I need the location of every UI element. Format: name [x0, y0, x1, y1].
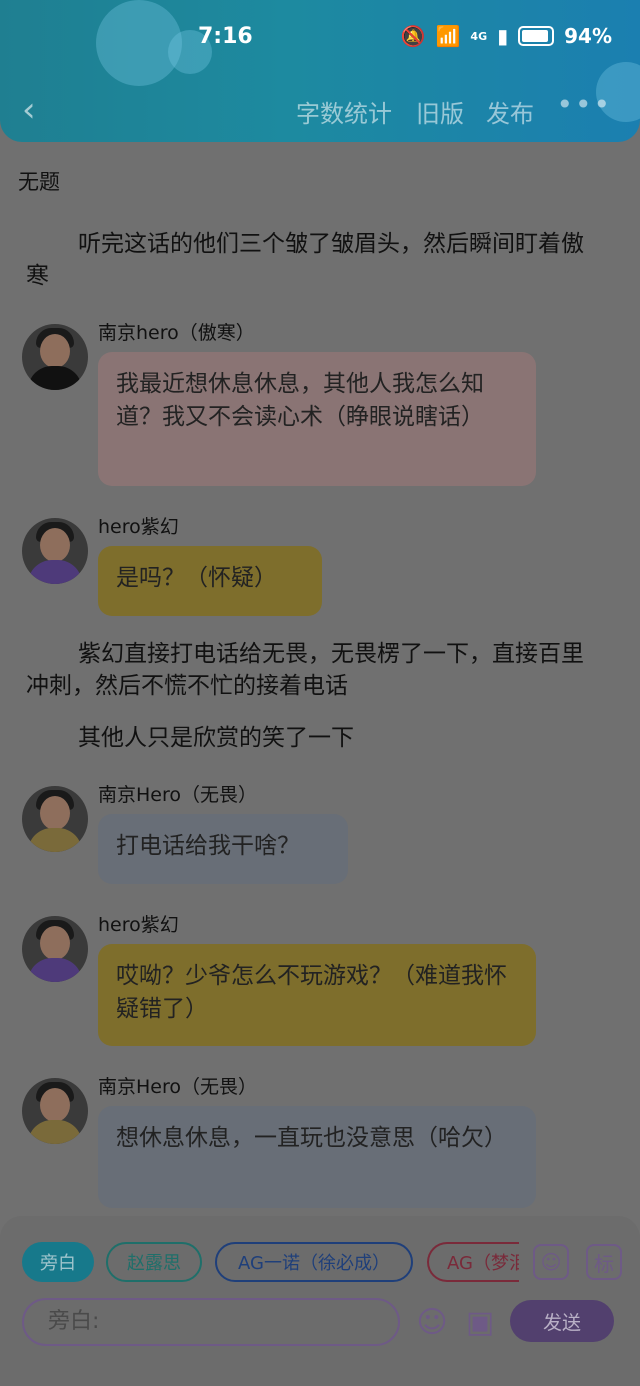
- status-time: 7:16: [198, 24, 253, 49]
- emoji-icon[interactable]: ☺: [414, 1304, 450, 1340]
- network-label: 4G: [470, 29, 488, 43]
- narration-block[interactable]: 听完这话的他们三个皱了皱眉头，然后瞬间盯着傲寒: [26, 228, 606, 292]
- avatar-body: [28, 828, 82, 852]
- avatar: [22, 916, 88, 982]
- speaker-name: hero紫幻: [98, 914, 179, 936]
- person-icon[interactable]: ☺: [533, 1244, 569, 1280]
- status-icons: 🔕 📶 4G ▮ 94%: [401, 24, 612, 48]
- mute-bell-icon: 🔕: [400, 24, 426, 48]
- avatar-body: [28, 560, 82, 584]
- battery-percent: 94%: [564, 24, 612, 48]
- speaker-name: 南京hero（傲寒）: [98, 322, 255, 344]
- status-bar: 7:16 🔕 📶 4G ▮ 94%: [0, 0, 640, 72]
- role-chip[interactable]: AG（梦泪）: [427, 1242, 519, 1282]
- wifi-icon: 📶: [435, 24, 461, 48]
- message-bubble: 想休息休息，一直玩也没意思（哈欠）: [98, 1106, 536, 1208]
- document-title[interactable]: 无题: [18, 166, 60, 196]
- message-bubble: 打电话给我干啥？: [98, 814, 348, 884]
- avatar-face: [40, 1088, 70, 1122]
- more-options-icon[interactable]: •••: [556, 88, 612, 121]
- avatar: [22, 786, 88, 852]
- speaker-name: hero紫幻: [98, 516, 179, 538]
- publish-button[interactable]: 发布: [486, 94, 534, 129]
- role-chip[interactable]: AG一诺（徐必成）: [215, 1242, 413, 1282]
- avatar-face: [40, 796, 70, 830]
- speaker-name: 南京Hero（无畏）: [98, 784, 257, 806]
- avatar: [22, 324, 88, 390]
- back-chevron-icon[interactable]: ‹: [22, 90, 52, 130]
- narration-block[interactable]: 紫幻直接打电话给无畏，无畏楞了一下，直接百里冲刺，然后不慌不忙的接着电话: [26, 638, 606, 702]
- message-bubble: 哎呦？少爷怎么不玩游戏？（难道我怀疑错了）: [98, 944, 536, 1046]
- role-chip-narration[interactable]: 旁白: [22, 1242, 94, 1282]
- message-input[interactable]: 旁白:: [22, 1298, 400, 1346]
- tag-button[interactable]: 标: [586, 1244, 622, 1280]
- old-version-button[interactable]: 旧版: [416, 94, 464, 129]
- avatar-body: [28, 366, 82, 390]
- battery-icon: [518, 26, 555, 46]
- app-header: 7:16 🔕 📶 4G ▮ 94% ‹ 字数统计 旧版 发布 •••: [0, 0, 640, 142]
- avatar-body: [28, 958, 82, 982]
- role-chip[interactable]: 赵露思: [106, 1242, 202, 1282]
- avatar: [22, 1078, 88, 1144]
- avatar-face: [40, 334, 70, 368]
- narration-block[interactable]: 其他人只是欣赏的笑了一下: [26, 722, 606, 754]
- signal-icon: ▮: [497, 24, 509, 48]
- speaker-name: 南京Hero（无畏）: [98, 1076, 257, 1098]
- avatar: [22, 518, 88, 584]
- send-button[interactable]: 发送: [510, 1300, 614, 1342]
- message-bubble: 是吗？（怀疑）: [98, 546, 322, 616]
- avatar-face: [40, 528, 70, 562]
- toolbar: ‹ 字数统计 旧版 发布 •••: [0, 86, 640, 134]
- message-bubble: 我最近想休息休息，其他人我怎么知道？我又不会读心术（睁眼说瞎话）: [98, 352, 536, 486]
- avatar-body: [28, 1120, 82, 1144]
- image-icon[interactable]: ▣: [462, 1304, 498, 1340]
- word-count-button[interactable]: 字数统计: [296, 94, 392, 129]
- avatar-face: [40, 926, 70, 960]
